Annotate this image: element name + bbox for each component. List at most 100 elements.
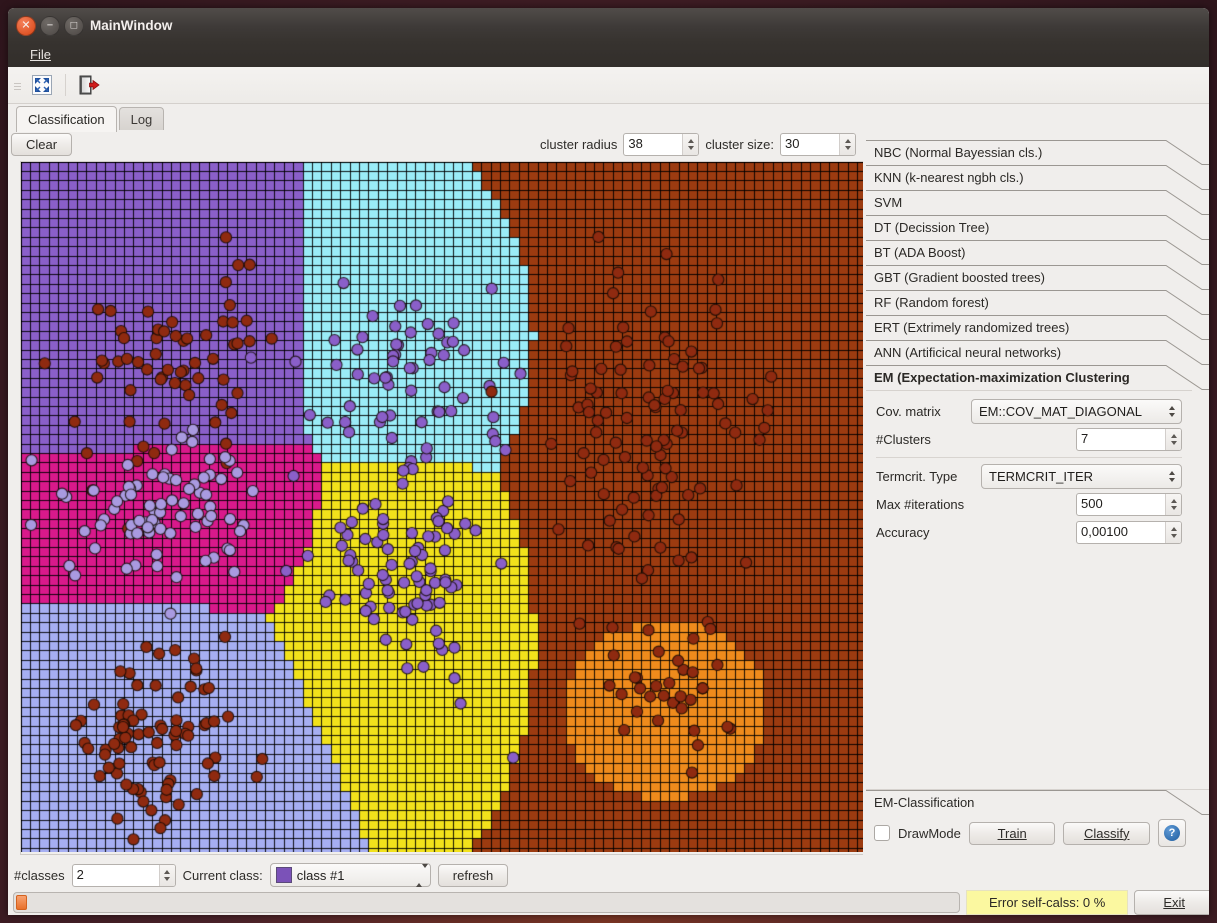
- accordion-header-label: EM (Expectation-maximization Clustering: [874, 370, 1130, 385]
- accordion-header-7[interactable]: ERT (Extrimely randomized trees): [866, 315, 1209, 340]
- classification-plot[interactable]: [20, 161, 868, 855]
- maxiter-arrows[interactable]: [1165, 493, 1181, 515]
- main-content: Clear cluster radius cluster size: NBC (…: [8, 130, 1209, 861]
- cluster-size-arrows[interactable]: [839, 134, 855, 155]
- accuracy-stepper[interactable]: [1076, 520, 1182, 544]
- accordion-header-0[interactable]: NBC (Normal Bayessian cls.): [866, 140, 1209, 165]
- error-status-label: Error self-calss: 0 %: [966, 889, 1129, 915]
- em-parameters-panel: Cov. matrix EM::COV_MAT_DIAGONAL#Clusters…: [866, 390, 1192, 556]
- title-bar: ✕ − □ MainWindow: [8, 8, 1209, 42]
- em-classification-header[interactable]: EM-Classification: [866, 789, 1209, 815]
- accordion-item-2: SVM: [866, 190, 1209, 215]
- refresh-button[interactable]: refresh: [437, 863, 509, 887]
- accordion-item-8: ANN (Artificical neural networks): [866, 340, 1209, 365]
- termcrit-value: TERMCRIT_ITER: [989, 468, 1093, 484]
- toolbar-grip[interactable]: [13, 75, 22, 95]
- clusters-stepper[interactable]: [1076, 427, 1182, 451]
- accordion-header-2[interactable]: SVM: [866, 190, 1209, 215]
- drawmode-checkbox[interactable]: [874, 825, 890, 841]
- cluster-size-stepper[interactable]: [780, 133, 856, 156]
- accordion-header-1[interactable]: KNN (k-nearest ngbh cls.): [866, 165, 1209, 190]
- classes-label: #classes: [14, 867, 65, 883]
- maxiter-input[interactable]: [1077, 493, 1165, 513]
- accordion-header-label: ERT (Extrimely randomized trees): [874, 320, 1070, 335]
- accordion-header-8[interactable]: ANN (Artificical neural networks): [866, 340, 1209, 365]
- menu-item-file[interactable]: File: [24, 45, 57, 64]
- tab-classification[interactable]: Classification: [16, 106, 117, 132]
- cluster-radius-label: cluster radius: [540, 137, 618, 152]
- accuracy-arrows[interactable]: [1165, 521, 1181, 543]
- maximize-icon[interactable]: □: [64, 16, 84, 36]
- accordion-item-9: EM (Expectation-maximization Clustering C…: [866, 365, 1209, 556]
- window-title: MainWindow: [90, 17, 173, 33]
- termcrit-carets[interactable]: [1165, 470, 1179, 482]
- clusters-arrows[interactable]: [1165, 428, 1181, 450]
- accordion-item-1: KNN (k-nearest ngbh cls.): [866, 165, 1209, 190]
- accordion-item-0: NBC (Normal Bayessian cls.): [866, 140, 1209, 165]
- cov-matrix-carets[interactable]: [1165, 405, 1179, 417]
- train-button[interactable]: Train: [968, 821, 1056, 845]
- termcrit-label: Termcrit. Type: [876, 468, 958, 484]
- cov-matrix-select[interactable]: EM::COV_MAT_DIAGONAL: [971, 398, 1182, 424]
- accordion-item-6: RF (Random forest): [866, 290, 1209, 315]
- progress-chunk: [16, 894, 27, 910]
- clear-button[interactable]: Clear: [11, 133, 73, 156]
- help-icon: ?: [1164, 825, 1181, 841]
- classes-arrows[interactable]: [158, 864, 175, 886]
- em-actions-row: DrawMode Train Classify ?: [866, 815, 1192, 851]
- cluster-size-input[interactable]: [781, 134, 839, 153]
- accordion-header-6[interactable]: RF (Random forest): [866, 290, 1209, 315]
- clusters-input[interactable]: [1077, 428, 1165, 448]
- menu-bar: File: [8, 42, 1209, 67]
- cov-matrix-value: EM::COV_MAT_DIAGONAL: [979, 403, 1143, 419]
- accordion-header-label: SVM: [874, 195, 903, 210]
- classes-input[interactable]: [72, 864, 159, 884]
- current-class-carets[interactable]: [415, 863, 428, 887]
- status-bar: Error self-calss: 0 % Exit: [8, 889, 1209, 915]
- accuracy-input[interactable]: [1077, 521, 1165, 541]
- classification-panel: Clear cluster radius cluster size:: [8, 130, 868, 861]
- exit-door-icon[interactable]: [74, 71, 104, 99]
- close-icon[interactable]: ✕: [16, 16, 36, 36]
- algorithm-accordion: NBC (Normal Bayessian cls.) KNN (k-neares…: [866, 140, 1209, 556]
- tab-bar: Classification Log: [8, 104, 1209, 132]
- menu-item-file-label: File: [30, 47, 51, 62]
- accordion-header-label: BT (ADA Boost): [874, 245, 966, 260]
- accordion-header-4[interactable]: BT (ADA Boost): [866, 240, 1209, 265]
- maxiter-stepper[interactable]: [1076, 492, 1182, 516]
- current-class-select[interactable]: class #1: [269, 863, 431, 887]
- bottom-controls-bar: #classes Current class: class #1 refresh: [8, 861, 1209, 889]
- accordion-header-label: DT (Decission Tree): [874, 220, 990, 235]
- param-row-maxiter: Max #iterations: [876, 490, 1182, 518]
- accordion-header-5[interactable]: GBT (Gradient boosted trees): [866, 265, 1209, 290]
- exit-button[interactable]: Exit: [1134, 889, 1209, 915]
- accordion-header-9[interactable]: EM (Expectation-maximization Clustering: [866, 365, 1209, 390]
- tab-log[interactable]: Log: [118, 107, 165, 132]
- param-row-clusters: #Clusters: [876, 425, 1182, 453]
- maxiter-label: Max #iterations: [876, 496, 965, 512]
- accordion-item-5: GBT (Gradient boosted trees): [866, 265, 1209, 290]
- cluster-size-label: cluster size:: [705, 137, 774, 152]
- exit-label: Exit: [1163, 894, 1185, 910]
- accordion-item-7: ERT (Extrimely randomized trees): [866, 315, 1209, 340]
- toolbar-separator: [65, 74, 66, 96]
- classes-stepper[interactable]: [71, 863, 176, 887]
- plot-canvas[interactable]: [21, 162, 865, 852]
- termcrit-select[interactable]: TERMCRIT_ITER: [981, 463, 1182, 489]
- cov-matrix-label: Cov. matrix: [876, 403, 941, 419]
- window-buttons: ✕ − □: [16, 16, 84, 36]
- cluster-radius-input[interactable]: [624, 134, 683, 153]
- help-button[interactable]: ?: [1158, 819, 1187, 847]
- classify-button[interactable]: Classify: [1063, 821, 1151, 845]
- accordion-header-3[interactable]: DT (Decission Tree): [866, 215, 1209, 240]
- minimize-icon[interactable]: −: [40, 16, 60, 36]
- param-row-termcrit: Termcrit. Type TERMCRIT_ITER: [876, 462, 1182, 490]
- cluster-radius-stepper[interactable]: [623, 133, 700, 156]
- cluster-radius-arrows[interactable]: [682, 134, 699, 155]
- train-label: Train: [997, 825, 1027, 841]
- fullscreen-icon[interactable]: [27, 71, 57, 99]
- algorithm-panel: NBC (Normal Bayessian cls.) KNN (k-neares…: [863, 130, 1209, 861]
- param-row-cov-matrix: Cov. matrix EM::COV_MAT_DIAGONAL: [876, 397, 1182, 425]
- em-classification-group: EM-Classification DrawMode Train Classif…: [866, 789, 1209, 851]
- accordion-header-label: NBC (Normal Bayessian cls.): [874, 145, 1043, 160]
